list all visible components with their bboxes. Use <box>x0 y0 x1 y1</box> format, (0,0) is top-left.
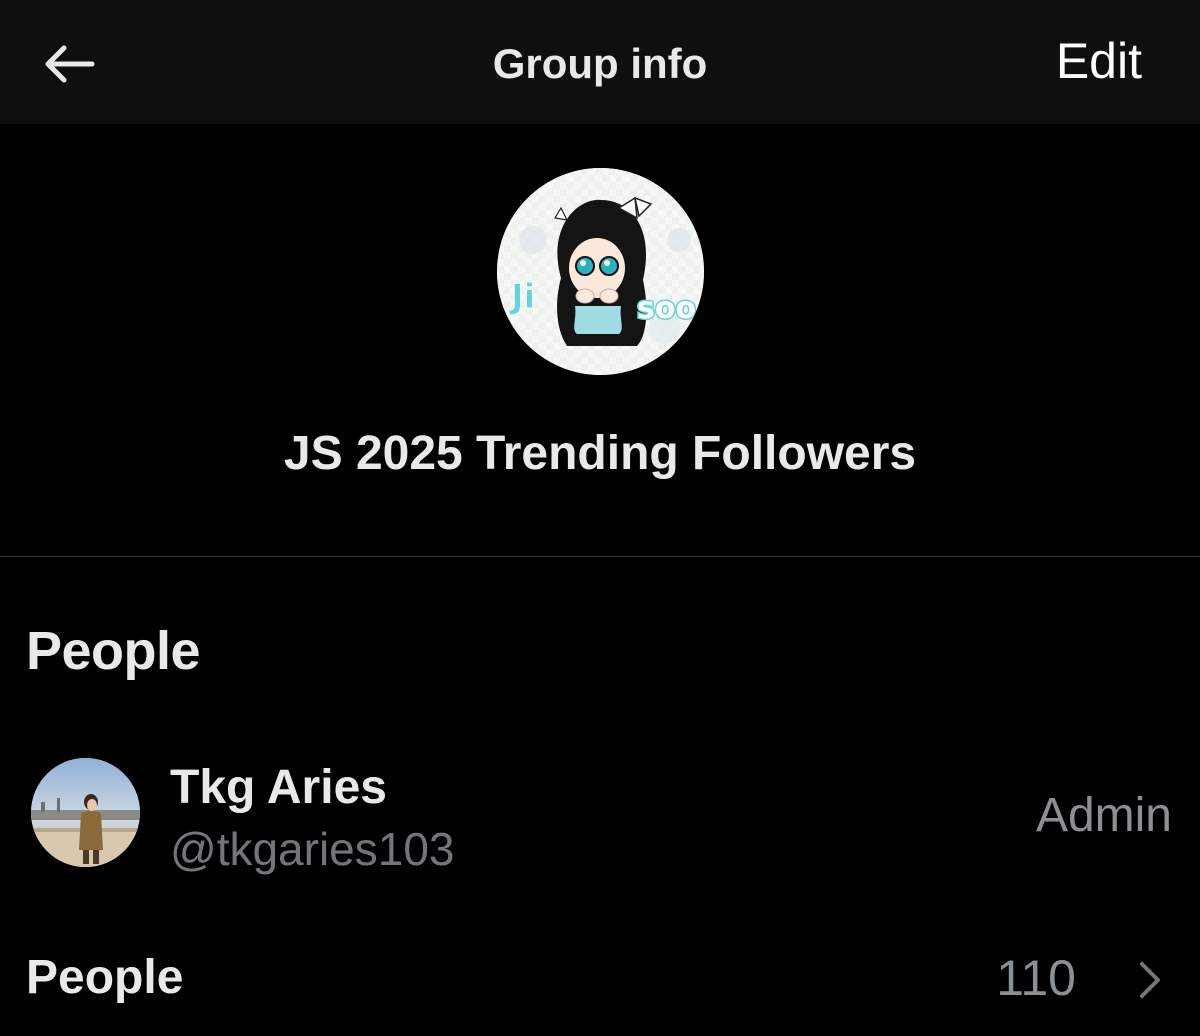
member-avatar-photo <box>31 758 140 867</box>
svg-text:soo: soo <box>637 291 696 326</box>
edit-button[interactable]: Edit <box>1056 30 1142 92</box>
member-handle: @tkgaries103 <box>170 823 455 875</box>
people-section-heading: People <box>26 621 201 681</box>
top-bar: Group info Edit <box>0 0 1200 124</box>
group-avatar[interactable]: Ji soo <box>497 168 704 375</box>
chevron-right-icon <box>1140 962 1160 998</box>
avatar <box>31 758 140 867</box>
group-info-screen: Group info Edit Ji soo JS 2025 Trending … <box>0 0 1200 1036</box>
member-role-badge: Admin <box>1035 789 1172 842</box>
section-divider <box>0 556 1200 557</box>
member-name: Tkg Aries <box>170 761 387 814</box>
page-title: Group info <box>492 40 708 87</box>
svg-text:Ji: Ji <box>509 277 535 317</box>
group-avatar-illustration: Ji soo <box>497 168 704 375</box>
people-row-label: People <box>26 951 184 1004</box>
member-row[interactable]: Tkg Aries @tkgaries103 Admin <box>0 748 1200 882</box>
people-count-row[interactable]: People 110 <box>0 940 1200 1020</box>
group-name: JS 2025 Trending Followers <box>283 427 917 480</box>
people-count: 110 <box>996 950 1076 1006</box>
